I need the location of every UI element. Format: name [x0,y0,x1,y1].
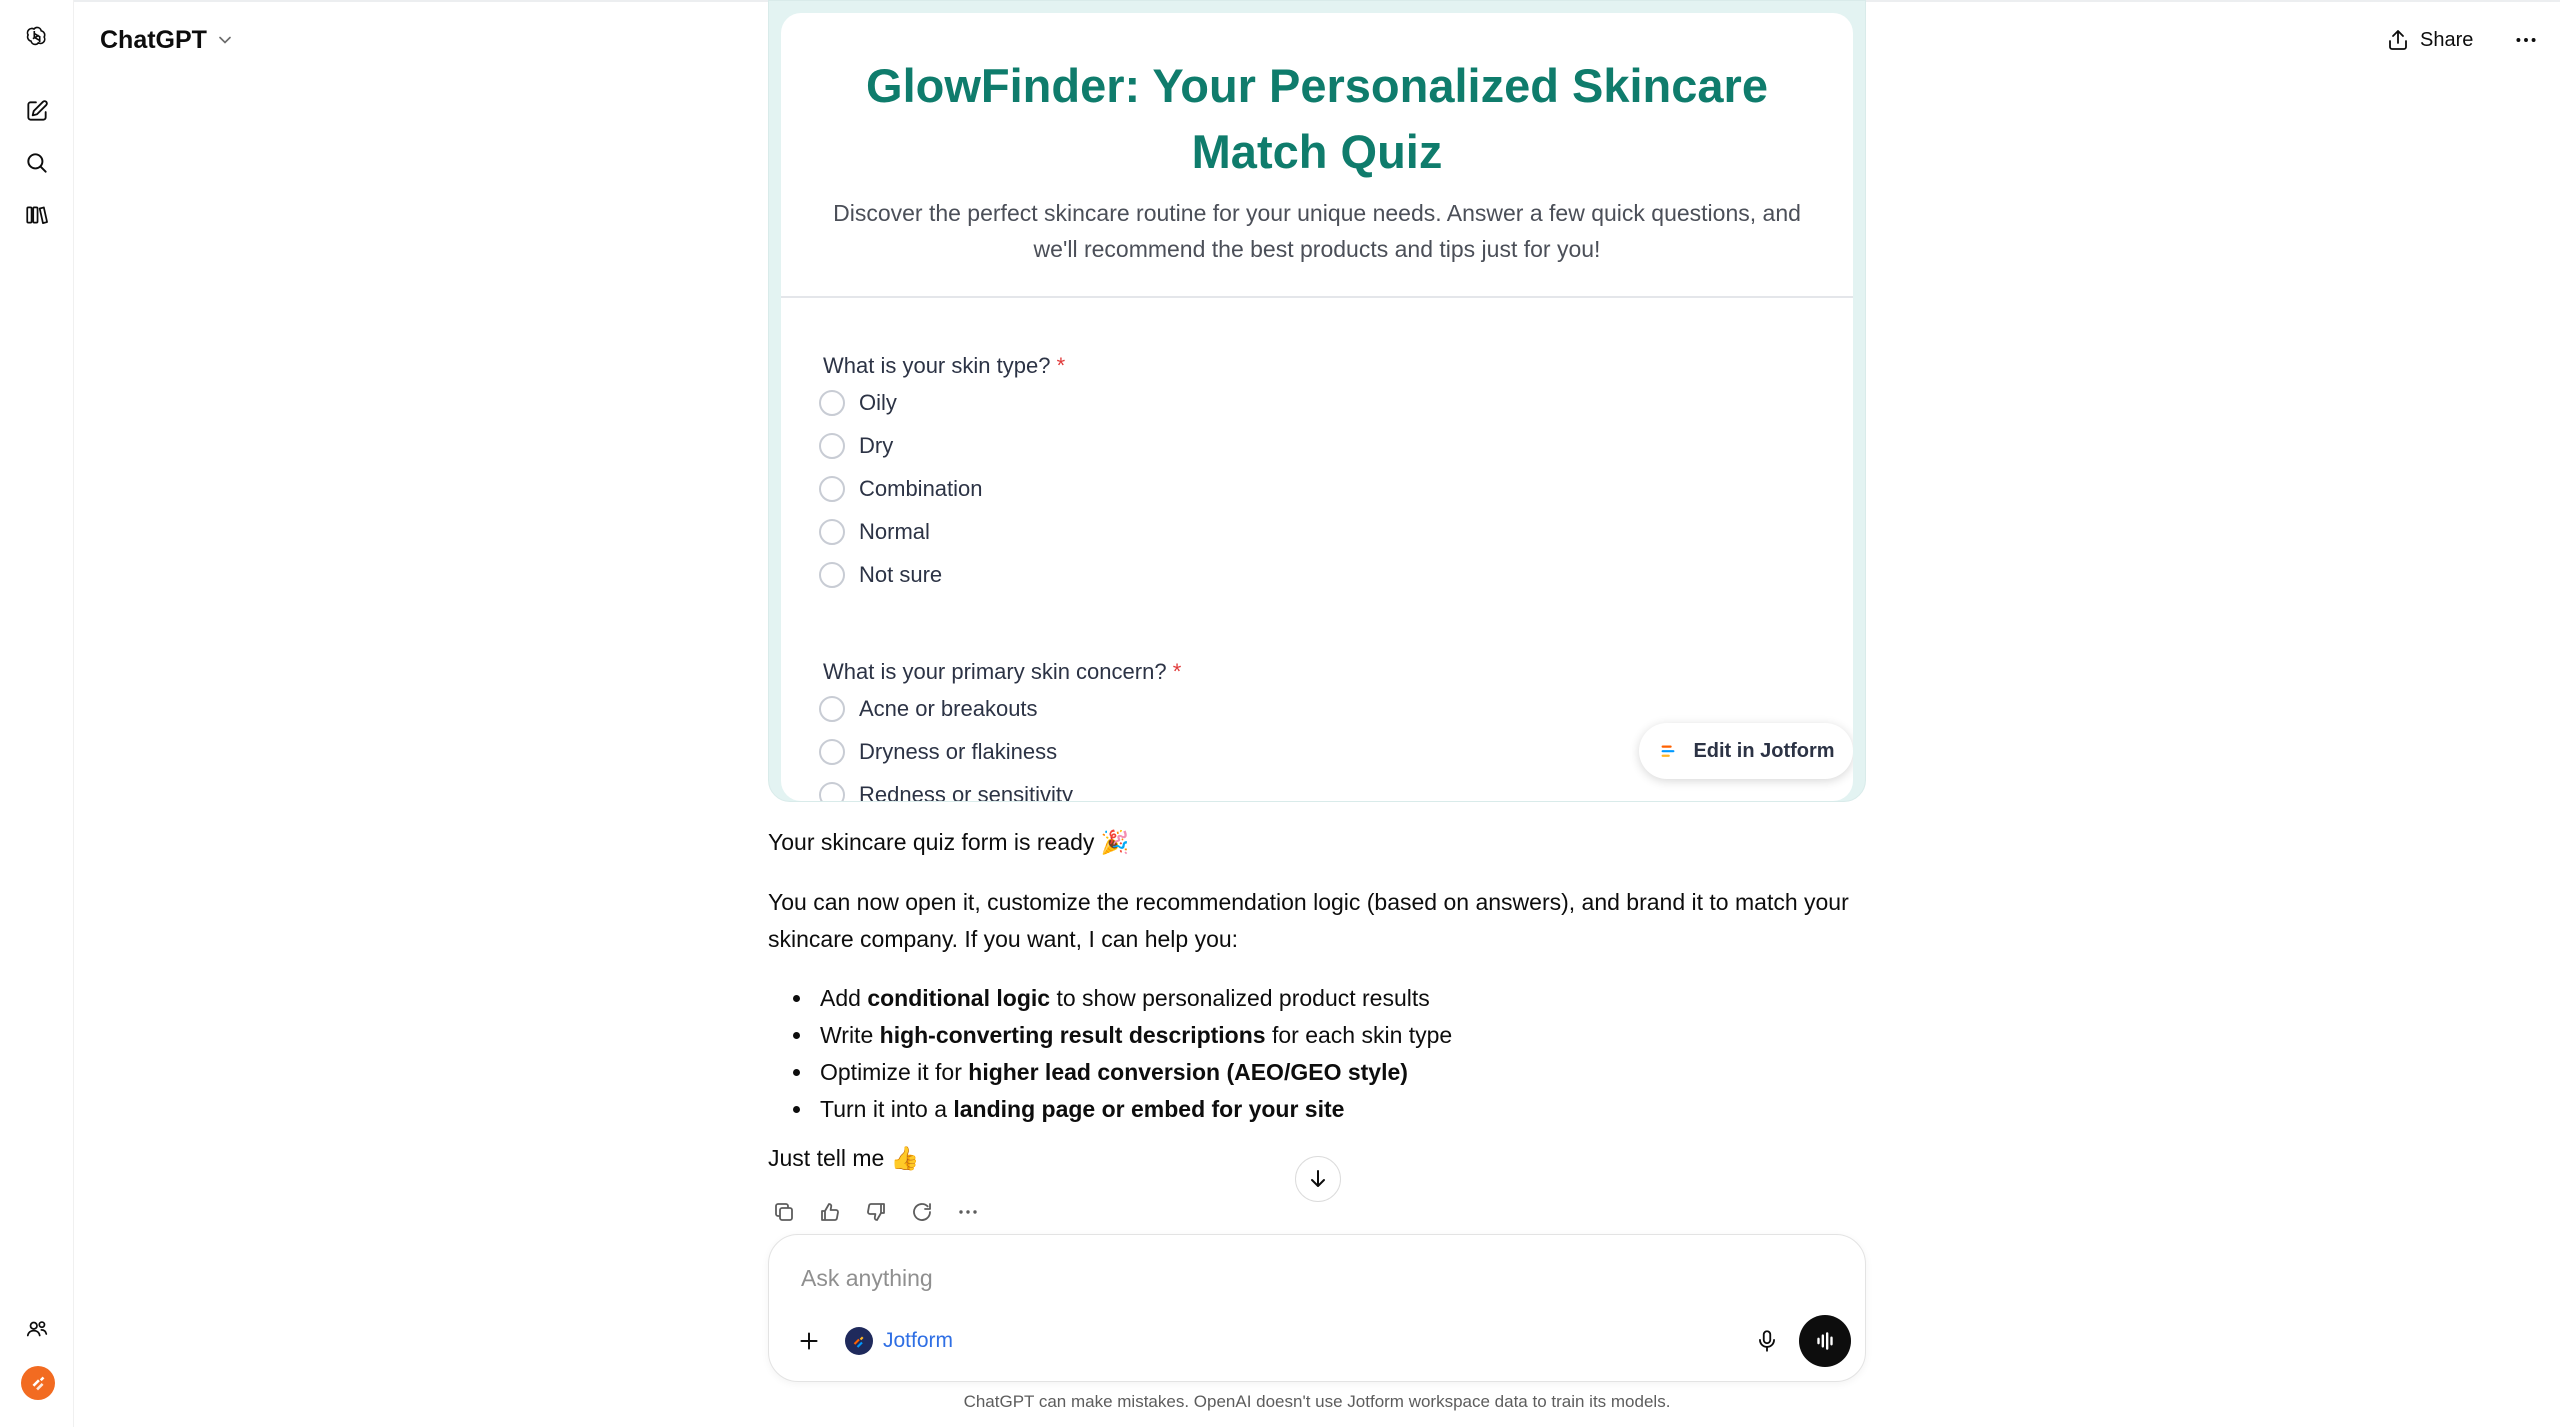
question-skin-type: What is your skin type? * Oily Dry Combi… [819,351,1065,596]
new-chat-icon [27,100,48,121]
form-card: GlowFinder: Your Personalized Skincare M… [781,13,1853,801]
group-chat-button[interactable] [16,1308,58,1350]
list-item: Write high-converting result description… [814,1017,1452,1054]
profile-avatar[interactable] [21,1366,55,1400]
plus-icon [800,1332,818,1350]
dictate-button[interactable] [1747,1321,1787,1361]
copy-button[interactable] [768,1196,800,1228]
edit-in-jotform-label: Edit in Jotform [1693,739,1835,762]
openai-logo-icon [26,26,46,46]
voice-waveform-icon [1817,1332,1833,1350]
group-chat-icon [26,1321,48,1337]
library-button[interactable] [16,194,58,236]
more-horizontal-icon [2516,38,2536,42]
radio-button[interactable] [819,432,845,459]
option-label: Normal [859,518,930,544]
question-label: What is your skin type? * [823,351,1065,381]
required-mark: * [1056,353,1066,378]
new-chat-button[interactable] [16,90,58,132]
sidebar-rail [0,0,74,1427]
radio-option[interactable]: Combination [819,467,1065,510]
copy-icon [775,1203,793,1221]
jotform-logo-icon [845,1327,873,1355]
model-name: ChatGPT [100,25,207,54]
prompt-input[interactable] [799,1257,1803,1299]
more-actions-button[interactable] [952,1196,984,1228]
radio-option[interactable]: Dry [819,424,1065,467]
option-label: Oily [859,389,897,415]
list-item: Optimize it for higher lead conversion (… [814,1054,1452,1091]
model-picker[interactable]: ChatGPT [100,20,235,60]
question-text: What is your skin type? [823,353,1051,378]
radio-button[interactable] [819,518,845,545]
radio-button[interactable] [819,738,845,765]
arrow-down-icon [1311,1170,1325,1187]
option-label: Not sure [859,561,943,587]
thumbs-down-button[interactable] [860,1196,892,1228]
regenerate-button[interactable] [906,1196,938,1228]
radio-button[interactable] [819,561,845,588]
edit-in-jotform-button[interactable]: Edit in Jotform [1639,723,1853,779]
jotform-lines-icon [1662,745,1675,757]
question-text: What is your primary skin concern? [823,659,1167,684]
list-item: Add conditional logic to show personaliz… [814,980,1452,1017]
radio-button[interactable] [819,475,845,502]
message-actions [768,1196,984,1228]
jotform-tool-chip[interactable]: Jotform [845,1325,953,1357]
radio-option[interactable]: Redness or sensitivity [819,773,1181,802]
thumbs-up-icon [821,1203,839,1221]
microphone-icon [1759,1330,1775,1352]
option-label: Dryness or flakiness [859,738,1058,764]
search-icon [27,153,47,173]
required-mark: * [1172,659,1182,684]
refresh-icon [913,1203,931,1221]
option-label: Redness or sensitivity [859,781,1073,802]
option-label: Combination [859,475,983,501]
list-item: Turn it into a landing page or embed for… [814,1091,1452,1128]
form-embed-frame: GlowFinder: Your Personalized Skincare M… [768,0,1866,802]
tool-chip-label: Jotform [883,1329,954,1352]
radio-button[interactable] [819,781,845,801]
message-bullet-list: Add conditional logic to show personaliz… [790,980,1452,1128]
share-label: Share [2420,28,2474,51]
chevron-down-icon [219,36,231,44]
radio-option[interactable]: Oily [819,381,1065,424]
voice-mode-button[interactable] [1799,1315,1851,1367]
scroll-to-bottom-button[interactable] [1295,1156,1341,1202]
jotform-avatar-icon [32,1376,45,1391]
form-header: GlowFinder: Your Personalized Skincare M… [781,13,1853,298]
more-horizontal-icon [959,1210,977,1214]
form-description: Discover the perfect skincare routine fo… [833,200,1801,262]
composer: Jotform [768,1234,1866,1382]
thumbs-down-icon [867,1203,885,1221]
radio-option[interactable]: Not sure [819,553,1065,596]
more-options-button[interactable] [2506,20,2546,60]
radio-button[interactable] [819,695,845,722]
add-attachment-button[interactable] [789,1321,829,1361]
option-label: Dry [859,432,894,458]
library-icon [26,206,48,224]
message-intro: You can now open it, customize the recom… [768,889,1849,952]
message-ready-line: Your skincare quiz form is ready 🎉 [768,829,1130,855]
question-skin-concern: What is your primary skin concern? * Acn… [819,657,1181,802]
question-label: What is your primary skin concern? * [823,657,1181,687]
form-title: GlowFinder: Your Personalized Skincare M… [866,59,1768,178]
radio-option[interactable]: Normal [819,510,1065,553]
radio-button[interactable] [819,389,845,416]
search-chats-button[interactable] [16,142,58,184]
share-icon [2389,30,2407,50]
thumbs-up-button[interactable] [814,1196,846,1228]
share-button[interactable]: Share [2386,20,2473,60]
radio-option[interactable]: Acne or breakouts [819,687,1181,730]
openai-logo-button[interactable] [16,16,58,58]
radio-option[interactable]: Dryness or flakiness [819,730,1181,773]
option-label: Acne or breakouts [859,695,1038,721]
disclaimer-text: ChatGPT can make mistakes. OpenAI doesn'… [963,1392,1671,1411]
